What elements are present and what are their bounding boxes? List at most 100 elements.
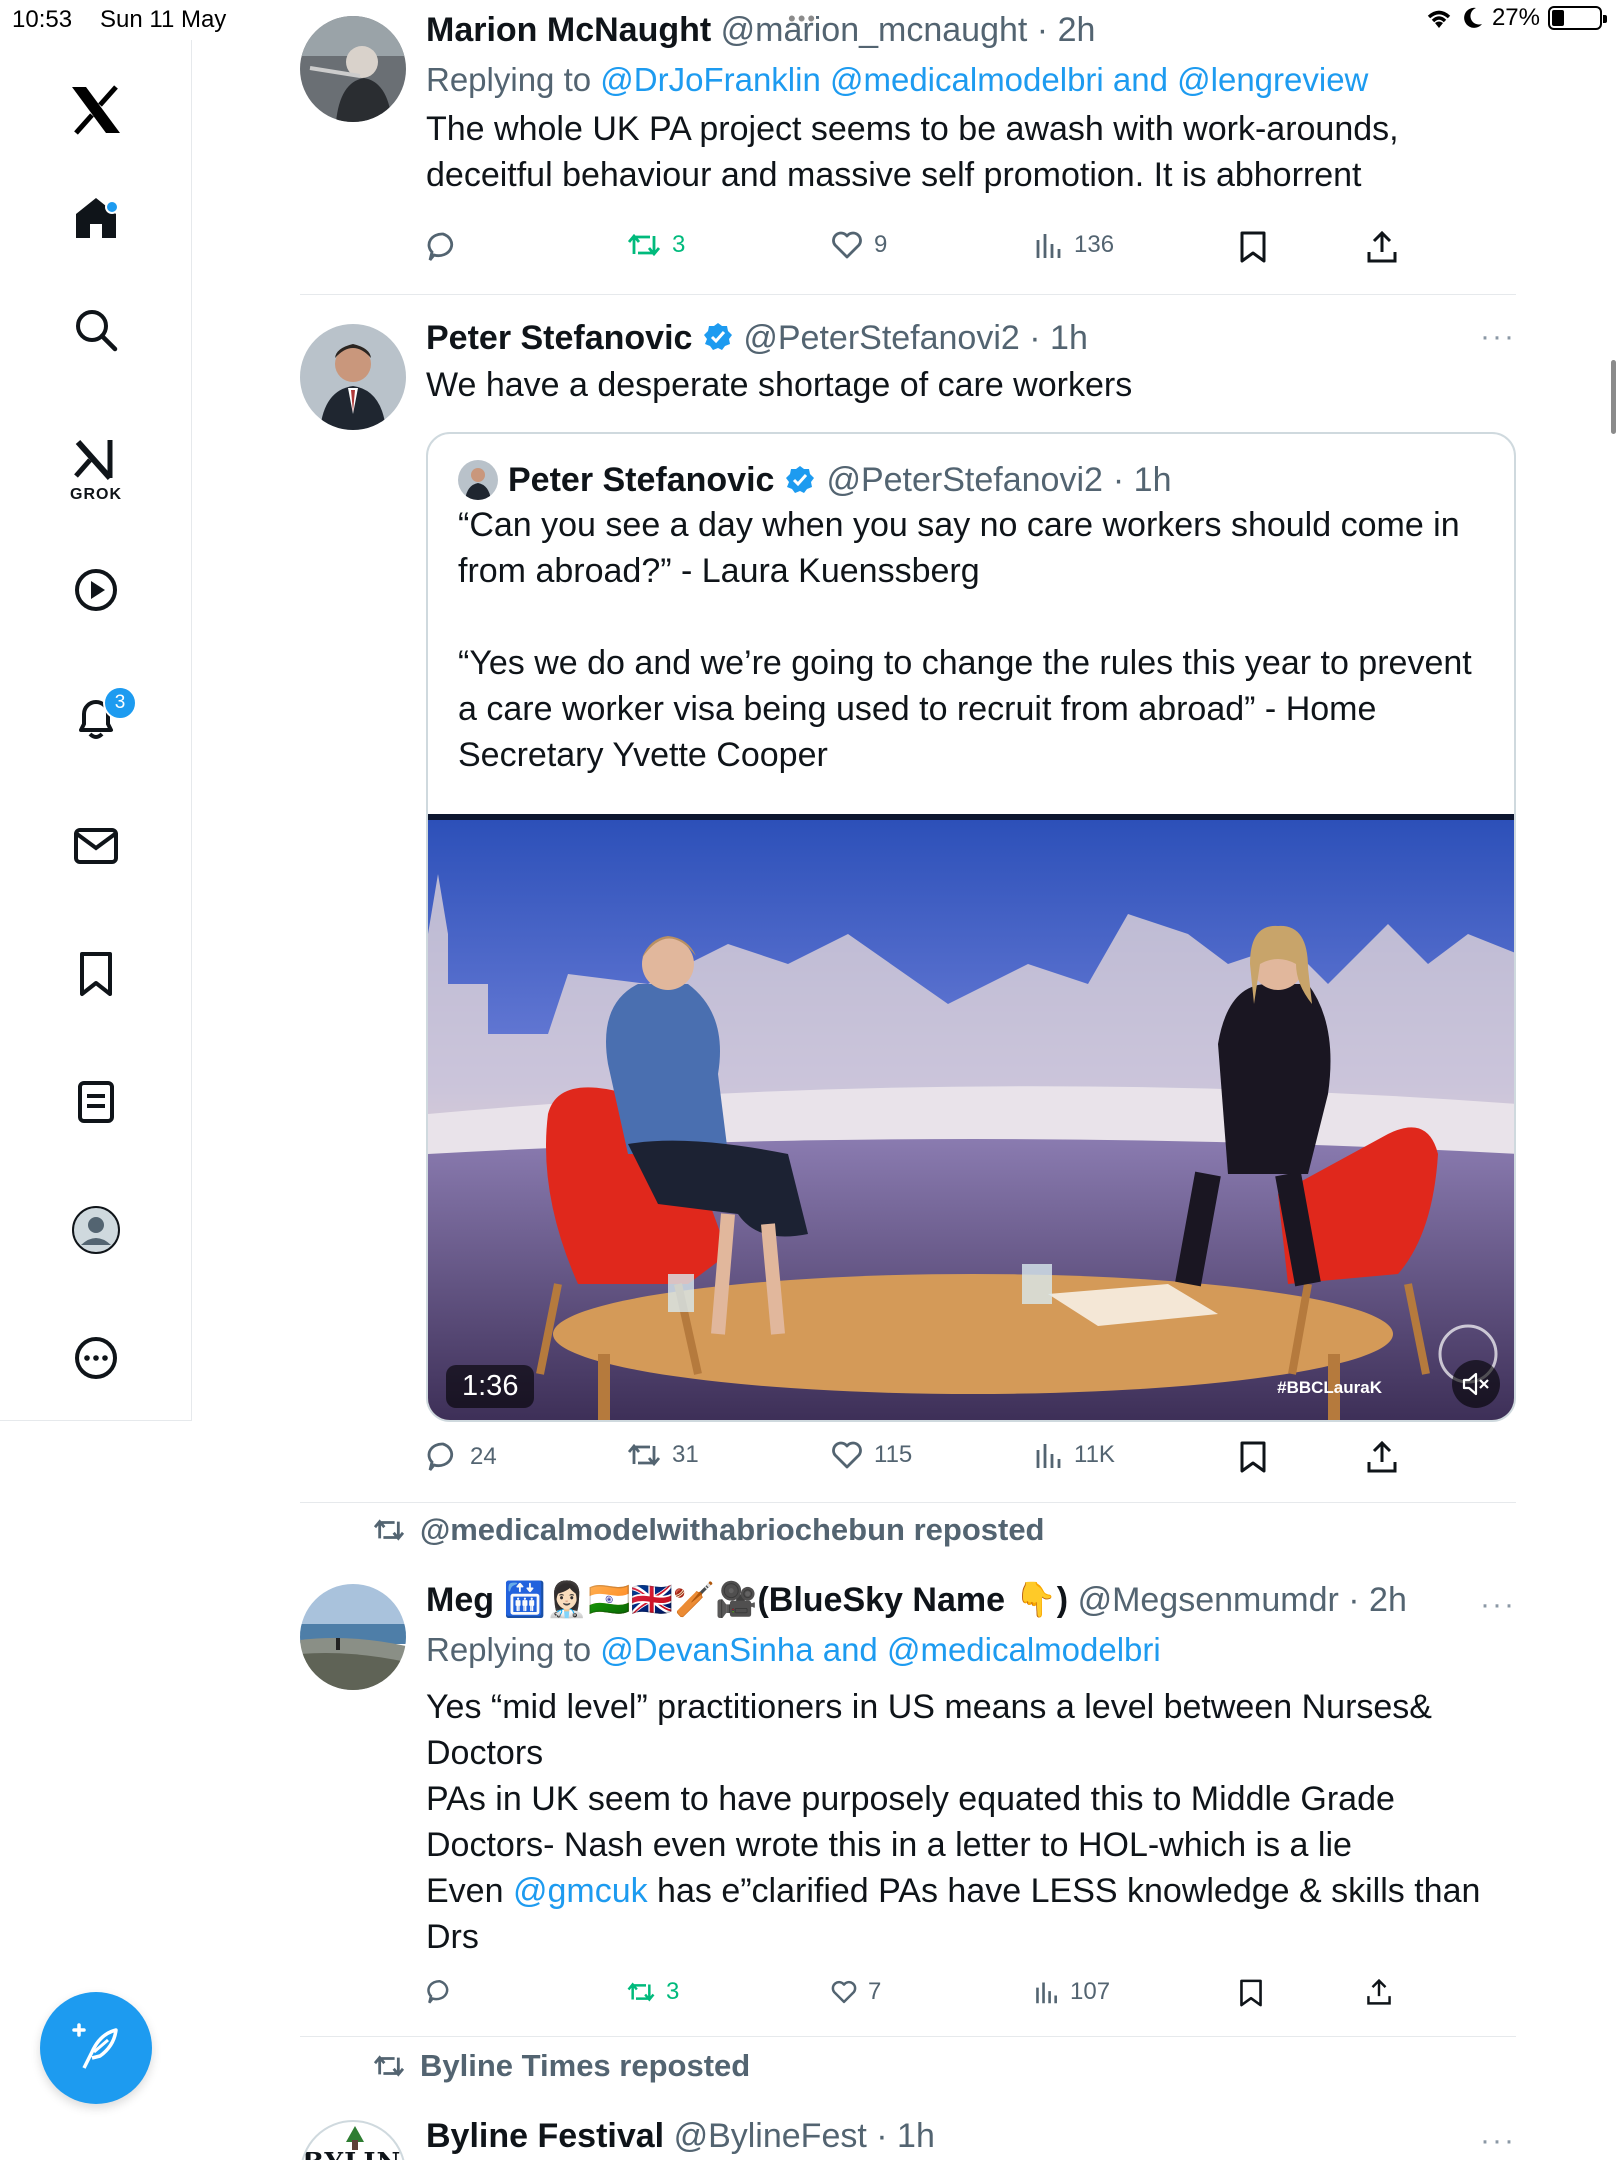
bookmark-button[interactable] (1238, 1440, 1268, 1474)
like-button[interactable]: 7 (830, 1978, 881, 2006)
status-date: Sun 11 May (100, 6, 227, 33)
author-name[interactable]: Marion McNaught (426, 11, 711, 49)
repost-button[interactable]: 3 (626, 230, 685, 260)
view-count: 107 (1070, 1978, 1111, 2005)
nav-messages[interactable] (0, 796, 192, 896)
video-player[interactable]: #BBCLauraK 1:36 (428, 814, 1514, 1420)
quoted-text-paragraph-2: “Yes we do and we’re going to change the… (458, 644, 1472, 774)
post-divider (300, 2036, 1516, 2037)
grok-icon (74, 440, 113, 480)
quoted-post-header: Peter Stefanovic @PeterStefanovi2 · 1h (458, 460, 1172, 500)
quoted-post[interactable]: Peter Stefanovic @PeterStefanovi2 · 1h “… (426, 432, 1516, 1422)
nav-more[interactable] (0, 1308, 192, 1408)
share-icon (1367, 230, 1397, 263)
post-text: The whole UK PA project seems to be awas… (426, 110, 1399, 194)
replying-prefix: Replying to (426, 61, 601, 98)
post-marion[interactable]: Marion McNaught @marion_mcnaught · 2h Re… (300, 0, 1516, 296)
quoted-author-handle: @PeterStefanovi2 (826, 460, 1103, 499)
avatar[interactable]: BYLINE (300, 2120, 406, 2160)
repost-icon (627, 1443, 661, 1467)
post-actions: 3 9 136 (426, 230, 1426, 270)
avatar[interactable] (300, 324, 406, 430)
avatar[interactable] (300, 1584, 406, 1690)
nav-notifications[interactable]: 3 (0, 668, 192, 768)
author-handle[interactable]: @Megsenmumdr (1078, 1581, 1339, 1619)
repost-button[interactable]: 31 (626, 1440, 699, 1470)
play-circle-icon (75, 569, 117, 611)
replying-to: Replying to @DrJoFranklin @medicalmodelb… (426, 58, 1516, 102)
author-name[interactable]: Byline Festival (426, 2117, 664, 2155)
replying-to-mentions[interactable]: @DrJoFranklin @medicalmodelbri and @leng… (600, 61, 1368, 98)
reply-icon (427, 1442, 454, 1471)
more-circle-icon (75, 1337, 117, 1379)
author-handle[interactable]: @PeterStefanovi2 (743, 319, 1019, 357)
post-time[interactable]: · 2h (1037, 11, 1096, 49)
bookmark-button[interactable] (1238, 1978, 1264, 2008)
nav-explore[interactable] (0, 280, 192, 380)
nav-bookmarks[interactable] (0, 924, 192, 1024)
verified-badge-icon (786, 466, 815, 493)
share-button[interactable] (1366, 230, 1398, 264)
post-byline[interactable]: Byline Times reposted BYLINE ··· Byline … (300, 2040, 1516, 2160)
verified-badge-icon (703, 323, 732, 350)
replying-to-mentions[interactable]: @DevanSinha and @medicalmodelbri (600, 1631, 1160, 1668)
views-button[interactable]: 107 (1034, 1978, 1110, 2006)
nav-videos[interactable] (0, 540, 192, 640)
reply-button[interactable] (426, 230, 470, 264)
like-button[interactable]: 9 (830, 230, 887, 260)
post-divider (300, 1502, 1516, 1503)
post-header: Peter Stefanovic @PeterStefanovi2 · 1h (426, 316, 1516, 360)
bookmark-icon (1240, 1441, 1266, 1473)
avatar[interactable] (300, 16, 406, 122)
bookmark-icon (1240, 1979, 1262, 2007)
views-chart-icon (1036, 234, 1061, 258)
repost-icon (373, 2055, 405, 2077)
nav-grok[interactable]: GROK (0, 410, 192, 530)
x-logo-icon[interactable] (0, 60, 192, 160)
repost-icon (627, 233, 661, 257)
video-duration: 1:36 (446, 1365, 535, 1408)
compose-post-button[interactable] (40, 1992, 152, 2104)
post-text: Yes “mid level” practitioners in US mean… (426, 1684, 1516, 1960)
text-prefix: Even (426, 1872, 513, 1910)
repost-context[interactable]: Byline Times reposted (372, 2048, 750, 2084)
nav-home[interactable] (0, 168, 192, 268)
post-peter[interactable]: ··· Peter Stefanovic @PeterStefanovi2 · … (300, 296, 1516, 1503)
bookmark-icon (1240, 231, 1266, 263)
replying-prefix: Replying to (426, 1631, 601, 1668)
author-name[interactable]: Meg 🛗👩🏻‍⚕️🇮🇳🇬🇧🏏🎥(BlueSky Name 👇) (426, 1581, 1068, 1619)
mail-icon (74, 828, 118, 864)
repost-button[interactable]: 3 (626, 1978, 679, 2006)
share-button[interactable] (1366, 1978, 1392, 2006)
replying-to: Replying to @DevanSinha and @medicalmode… (426, 1628, 1516, 1672)
post-time[interactable]: · 2h (1348, 1581, 1407, 1619)
reply-button[interactable]: 24 (426, 1440, 497, 1474)
reply-icon (427, 232, 454, 261)
grok-label: GROK (70, 486, 122, 503)
post-time[interactable]: · 1h (876, 2117, 935, 2155)
repost-count: 3 (666, 1978, 680, 2005)
post-time[interactable]: · 1h (1029, 319, 1088, 357)
video-frame (428, 814, 1514, 1420)
share-button[interactable] (1366, 1440, 1398, 1474)
share-icon (1367, 1440, 1397, 1473)
reply-button[interactable] (426, 1978, 464, 2006)
repost-icon (627, 1982, 655, 2002)
bookmark-button[interactable] (1238, 230, 1268, 264)
repost-count: 3 (672, 231, 686, 258)
nav-lists[interactable] (0, 1052, 192, 1152)
author-handle[interactable]: @BylineFest (674, 2117, 867, 2155)
views-button[interactable]: 11K (1034, 1440, 1115, 1470)
mention-link[interactable]: @gmcuk (513, 1872, 648, 1910)
repost-context[interactable]: @medicalmodelwithabriochebun reposted (372, 1512, 1045, 1548)
quoted-avatar (458, 460, 498, 500)
author-handle[interactable]: @marion_mcnaught (721, 11, 1028, 49)
like-button[interactable]: 115 (830, 1440, 912, 1470)
author-name[interactable]: Peter Stefanovic (426, 319, 692, 357)
views-button[interactable]: 136 (1034, 230, 1114, 260)
mute-button[interactable] (1452, 1360, 1500, 1408)
nav-profile[interactable] (0, 1180, 192, 1280)
post-meg[interactable]: @medicalmodelwithabriochebun reposted ··… (300, 1504, 1516, 2040)
reposted-by: Byline Times reposted (420, 2048, 751, 2083)
scrollbar-thumb[interactable] (1611, 360, 1616, 434)
